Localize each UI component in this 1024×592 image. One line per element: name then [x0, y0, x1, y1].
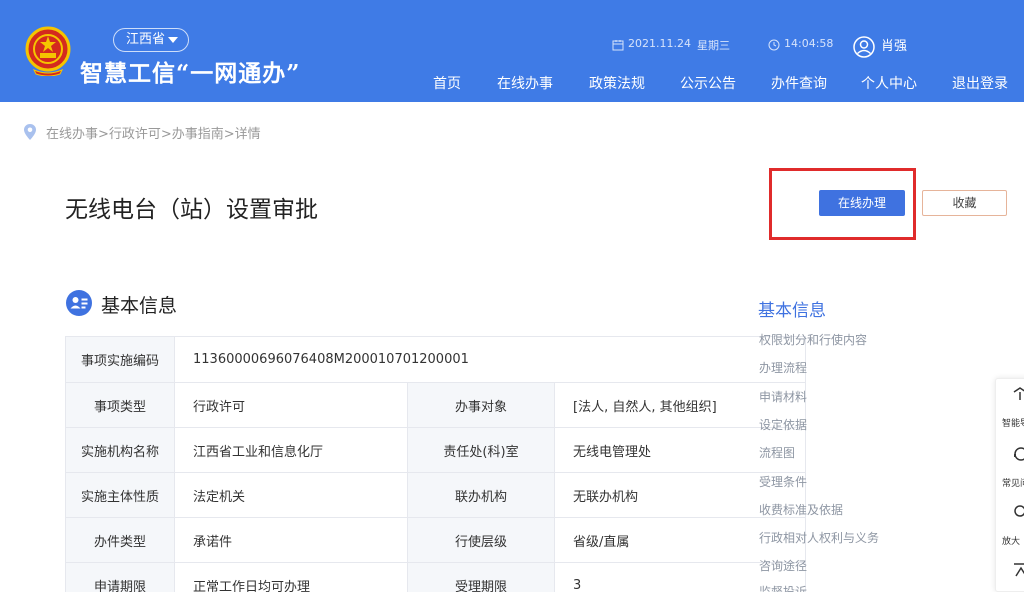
assistant-icon: [1013, 387, 1024, 400]
table-row: 事项实施编码 11360000696076408M200010701200001: [65, 336, 806, 383]
side-anchor-nav: 基本信息 权限划分和行使内容 办理流程 申请材料 设定依据 流程图 受理条件 收…: [758, 296, 908, 592]
basic-info-icon: [66, 290, 92, 316]
nav-case-query[interactable]: 办件查询: [771, 73, 827, 93]
table-row: 实施机构名称 江西省工业和信息化厅 责任处(科)室 无线电管理处: [65, 427, 806, 473]
label-cell: 联办机构: [407, 472, 555, 518]
national-emblem-icon: [25, 26, 71, 76]
side-nav-item[interactable]: 咨询途径: [759, 557, 807, 574]
date-text: 2021.11.24: [628, 37, 691, 50]
clock-icon: [768, 39, 780, 51]
faq-icon: [1014, 447, 1024, 461]
value-cell: 行政许可: [174, 382, 408, 428]
online-apply-button[interactable]: 在线办理: [819, 190, 905, 216]
side-nav-item[interactable]: 设定依据: [759, 416, 807, 433]
label-cell: 办件类型: [65, 517, 175, 563]
nav-personal-center[interactable]: 个人中心: [861, 73, 917, 93]
value-cell: 法定机关: [174, 472, 408, 518]
page-title: 无线电台（站）设置审批: [65, 197, 318, 223]
favorite-button[interactable]: 收藏: [922, 190, 1007, 216]
caret-down-icon: [168, 37, 178, 43]
nav-logout[interactable]: 退出登录: [952, 73, 1008, 93]
side-nav-item[interactable]: 受理条件: [759, 473, 807, 490]
basic-info-table: 事项实施编码 11360000696076408M200010701200001…: [65, 336, 806, 592]
label-cell: 受理期限: [407, 562, 555, 592]
label-cell: 责任处(科)室: [407, 427, 555, 473]
label-cell: 实施主体性质: [65, 472, 175, 518]
side-nav-item[interactable]: 收费标准及依据: [759, 501, 843, 518]
nav-home[interactable]: 首页: [433, 73, 461, 93]
location-pin-icon: [24, 124, 36, 140]
side-nav-item[interactable]: 权限划分和行使内容: [759, 331, 867, 348]
value-cell: 正常工作日均可办理: [174, 562, 408, 592]
user-name: 肖强: [881, 39, 908, 54]
section-title: 基本信息: [101, 295, 178, 317]
time-text: 14:04:58: [784, 37, 834, 50]
table-row: 办件类型 承诺件 行使层级 省级/直属: [65, 517, 806, 563]
table-row: 实施主体性质 法定机关 联办机构 无联办机构: [65, 472, 806, 518]
label-cell: 实施机构名称: [65, 427, 175, 473]
table-row: 事项类型 行政许可 办事对象 [法人, 自然人, 其他组织]: [65, 382, 806, 428]
nav-online-service[interactable]: 在线办事: [497, 73, 553, 93]
zoom-icon: [1014, 505, 1024, 517]
province-label: 江西省: [126, 32, 166, 47]
weekday-text: 星期三: [697, 39, 730, 52]
calendar-icon: [612, 40, 624, 51]
label-cell: 办事对象: [407, 382, 555, 428]
label-cell: 事项类型: [65, 382, 175, 428]
floating-toolbar: 智能导 常见问 放大: [995, 378, 1024, 592]
user-avatar-icon: [853, 36, 875, 58]
side-nav-item[interactable]: 监督投诉: [759, 583, 807, 592]
faq-button[interactable]: 常见问: [1002, 476, 1024, 489]
label-cell: 行使层级: [407, 517, 555, 563]
value-cell: 承诺件: [174, 517, 408, 563]
value-cell: 江西省工业和信息化厅: [174, 427, 408, 473]
top-header: 江西省 智慧工信“一网通办” 2021.11.24 星期三 14:04:58 肖…: [0, 0, 1024, 102]
label-cell: 申请期限: [65, 562, 175, 592]
smart-guide-button[interactable]: 智能导: [1002, 416, 1024, 429]
side-nav-item[interactable]: 流程图: [759, 444, 795, 461]
side-nav-item[interactable]: 行政相对人权利与义务: [759, 529, 879, 546]
breadcrumb[interactable]: 在线办事>行政许可>办事指南>详情: [46, 123, 261, 142]
side-nav-item[interactable]: 办理流程: [759, 359, 807, 376]
nav-policy[interactable]: 政策法规: [589, 73, 645, 93]
table-row: 申请期限 正常工作日均可办理 受理期限 3: [65, 562, 806, 592]
value-cell: 11360000696076408M200010701200001: [174, 336, 806, 383]
back-to-top-icon[interactable]: [1013, 562, 1024, 578]
side-nav-basic-info[interactable]: 基本信息: [758, 296, 908, 321]
zoom-in-button[interactable]: 放大: [1002, 534, 1024, 547]
province-selector[interactable]: 江西省: [113, 28, 189, 52]
label-cell: 事项实施编码: [65, 336, 175, 383]
site-title: 智慧工信“一网通办”: [80, 60, 301, 87]
side-nav-item[interactable]: 申请材料: [759, 388, 807, 405]
nav-announcements[interactable]: 公示公告: [680, 73, 736, 93]
